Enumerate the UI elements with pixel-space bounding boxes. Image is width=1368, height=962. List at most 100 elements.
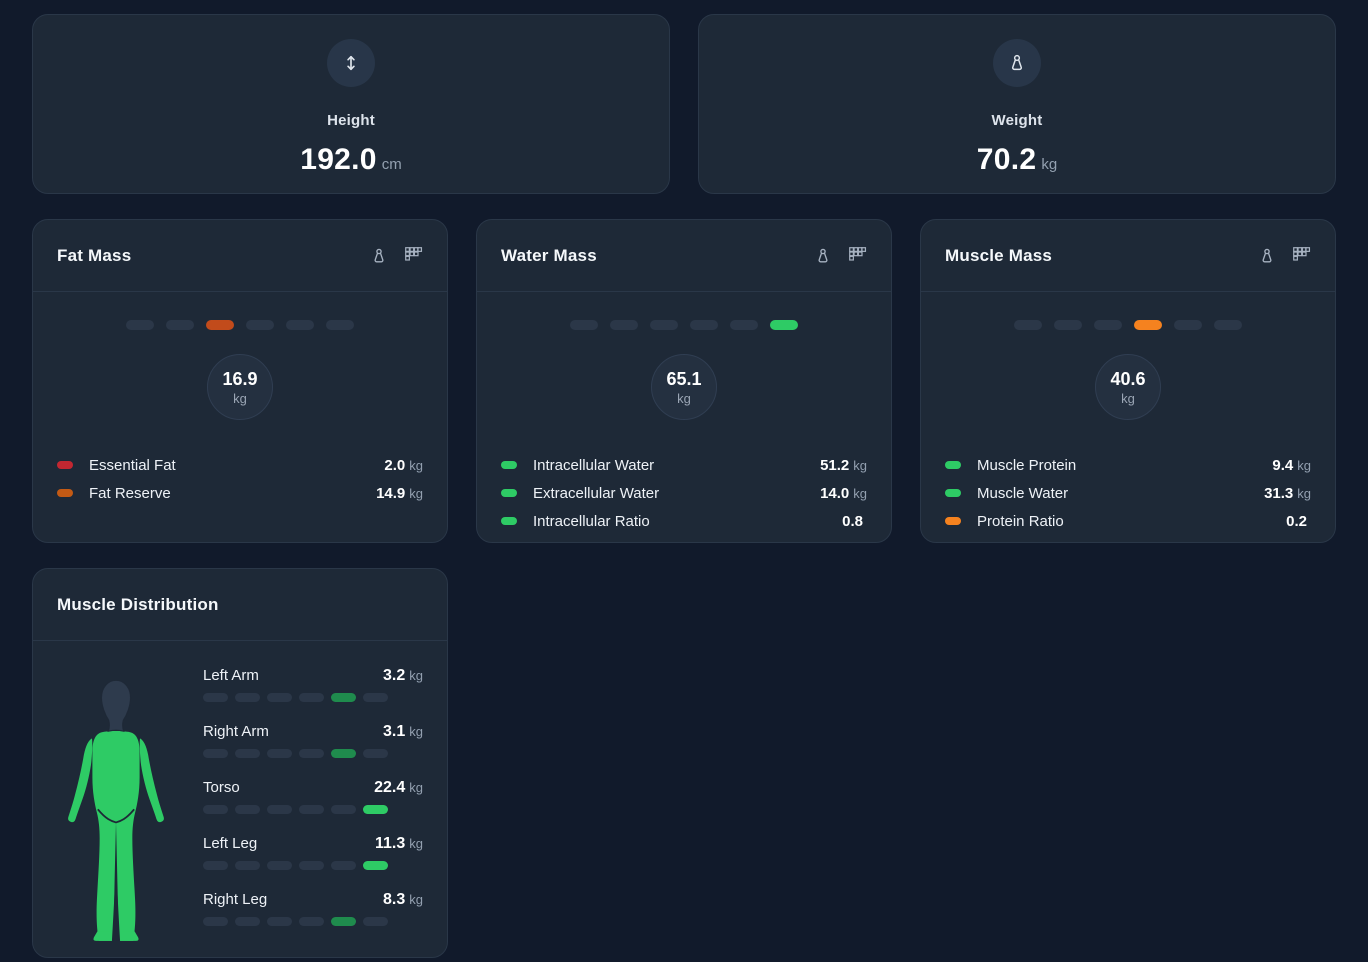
- total-unit: kg: [677, 391, 691, 406]
- muscle-mass-card: Muscle Mass 40.6 kg: [920, 219, 1336, 543]
- legend-row: Intracellular Water 51.2kg: [501, 451, 867, 479]
- grid-icon[interactable]: [404, 246, 423, 265]
- segment: [267, 805, 292, 814]
- segment: [1014, 320, 1042, 330]
- segment: [246, 320, 274, 330]
- segment: [203, 805, 228, 814]
- legend-value: 31.3kg: [1264, 485, 1311, 502]
- card-title: Water Mass: [501, 246, 597, 266]
- segment: [331, 805, 356, 814]
- segment: [235, 917, 260, 926]
- legend-value: 2.0kg: [384, 457, 423, 474]
- segment: [267, 693, 292, 702]
- legend-label: Muscle Protein: [977, 457, 1076, 474]
- height-unit: cm: [382, 156, 402, 173]
- level-indicator: [203, 749, 423, 758]
- segment: [299, 861, 324, 870]
- legend-row: Muscle Protein 9.4kg: [945, 451, 1311, 479]
- part-label: Torso: [203, 779, 240, 796]
- legend-label: Intracellular Ratio: [533, 513, 650, 530]
- segment: [1054, 320, 1082, 330]
- segment: [326, 320, 354, 330]
- legend-label: Muscle Water: [977, 485, 1068, 502]
- metric-label: Height: [327, 112, 375, 129]
- legend-bullet: [57, 489, 73, 497]
- card-title: Muscle Mass: [945, 246, 1052, 266]
- segment-active: [331, 693, 356, 702]
- legend-label: Extracellular Water: [533, 485, 659, 502]
- segment: [690, 320, 718, 330]
- total-circle: 65.1 kg: [651, 354, 717, 420]
- card-title: Muscle Distribution: [57, 595, 219, 615]
- segment: [730, 320, 758, 330]
- part-row-left-leg: Left Leg 11.3kg: [203, 835, 423, 870]
- metric-value: 70.2 kg: [977, 143, 1057, 177]
- total-circle: 40.6 kg: [1095, 354, 1161, 420]
- legend-bullet: [501, 517, 517, 525]
- segment: [299, 917, 324, 926]
- weight-value: 70.2: [977, 143, 1037, 177]
- legend-bullet: [945, 461, 961, 469]
- part-value: 3.1kg: [383, 723, 423, 741]
- legend-label: Fat Reserve: [89, 485, 171, 502]
- body-composition-dashboard: Height 192.0 cm Weight 70.2 kg Fat Mass: [0, 0, 1368, 962]
- segment: [235, 805, 260, 814]
- body-figure: [57, 665, 177, 958]
- card-header: Muscle Mass: [921, 220, 1335, 292]
- part-label: Right Arm: [203, 723, 269, 740]
- segment: [286, 320, 314, 330]
- level-indicator: [203, 693, 423, 702]
- grid-icon[interactable]: [848, 246, 867, 265]
- legend-value: 0.8: [842, 513, 867, 530]
- legend-value: 9.4kg: [1272, 457, 1311, 474]
- weight-icon[interactable]: [370, 247, 388, 265]
- height-card: Height 192.0 cm: [32, 14, 670, 194]
- water-mass-card: Water Mass 65.1 kg: [476, 219, 892, 543]
- segment: [570, 320, 598, 330]
- weight-icon: [993, 39, 1041, 87]
- legend-bullet: [57, 461, 73, 469]
- weight-card: Weight 70.2 kg: [698, 14, 1336, 194]
- level-indicator: [945, 320, 1311, 330]
- legend: Intracellular Water 51.2kg Extracellular…: [501, 451, 867, 535]
- segment: [235, 861, 260, 870]
- card-body: 40.6 kg Muscle Protein 9.4kg Muscle Wate…: [921, 292, 1335, 559]
- segment: [650, 320, 678, 330]
- total-unit: kg: [1121, 391, 1135, 406]
- legend-row: Protein Ratio 0.2: [945, 507, 1311, 535]
- segment: [299, 749, 324, 758]
- total-circle: 16.9 kg: [207, 354, 273, 420]
- grid-icon[interactable]: [1292, 246, 1311, 265]
- total-value: 65.1: [666, 369, 701, 390]
- metric-label: Weight: [992, 112, 1043, 129]
- card-title: Fat Mass: [57, 246, 131, 266]
- card-header: Muscle Distribution: [33, 569, 447, 641]
- legend-value: 0.2: [1286, 513, 1311, 530]
- part-row-left-arm: Left Arm 3.2kg: [203, 667, 423, 702]
- metric-value: 192.0 cm: [300, 143, 402, 177]
- segment-active: [770, 320, 798, 330]
- level-indicator: [203, 861, 423, 870]
- weight-icon[interactable]: [814, 247, 832, 265]
- segment: [1094, 320, 1122, 330]
- height-value: 192.0: [300, 143, 377, 177]
- segment: [267, 749, 292, 758]
- legend-label: Intracellular Water: [533, 457, 654, 474]
- segment: [267, 917, 292, 926]
- segment-active: [331, 917, 356, 926]
- part-row-right-leg: Right Leg 8.3kg: [203, 891, 423, 926]
- legend-bullet: [945, 517, 961, 525]
- body-parts-list: Left Arm 3.2kg Right Arm 3.1kg Torso 22.…: [203, 665, 423, 958]
- muscle-distribution-card: Muscle Distribution: [32, 568, 448, 958]
- header-icons: [814, 246, 867, 265]
- segment: [203, 917, 228, 926]
- weight-icon[interactable]: [1258, 247, 1276, 265]
- card-body: 65.1 kg Intracellular Water 51.2kg Extra…: [477, 292, 891, 559]
- card-header: Water Mass: [477, 220, 891, 292]
- segment: [203, 693, 228, 702]
- segment: [363, 917, 388, 926]
- segment: [299, 693, 324, 702]
- total-unit: kg: [233, 391, 247, 406]
- card-header: Fat Mass: [33, 220, 447, 292]
- legend: Muscle Protein 9.4kg Muscle Water 31.3kg…: [945, 451, 1311, 535]
